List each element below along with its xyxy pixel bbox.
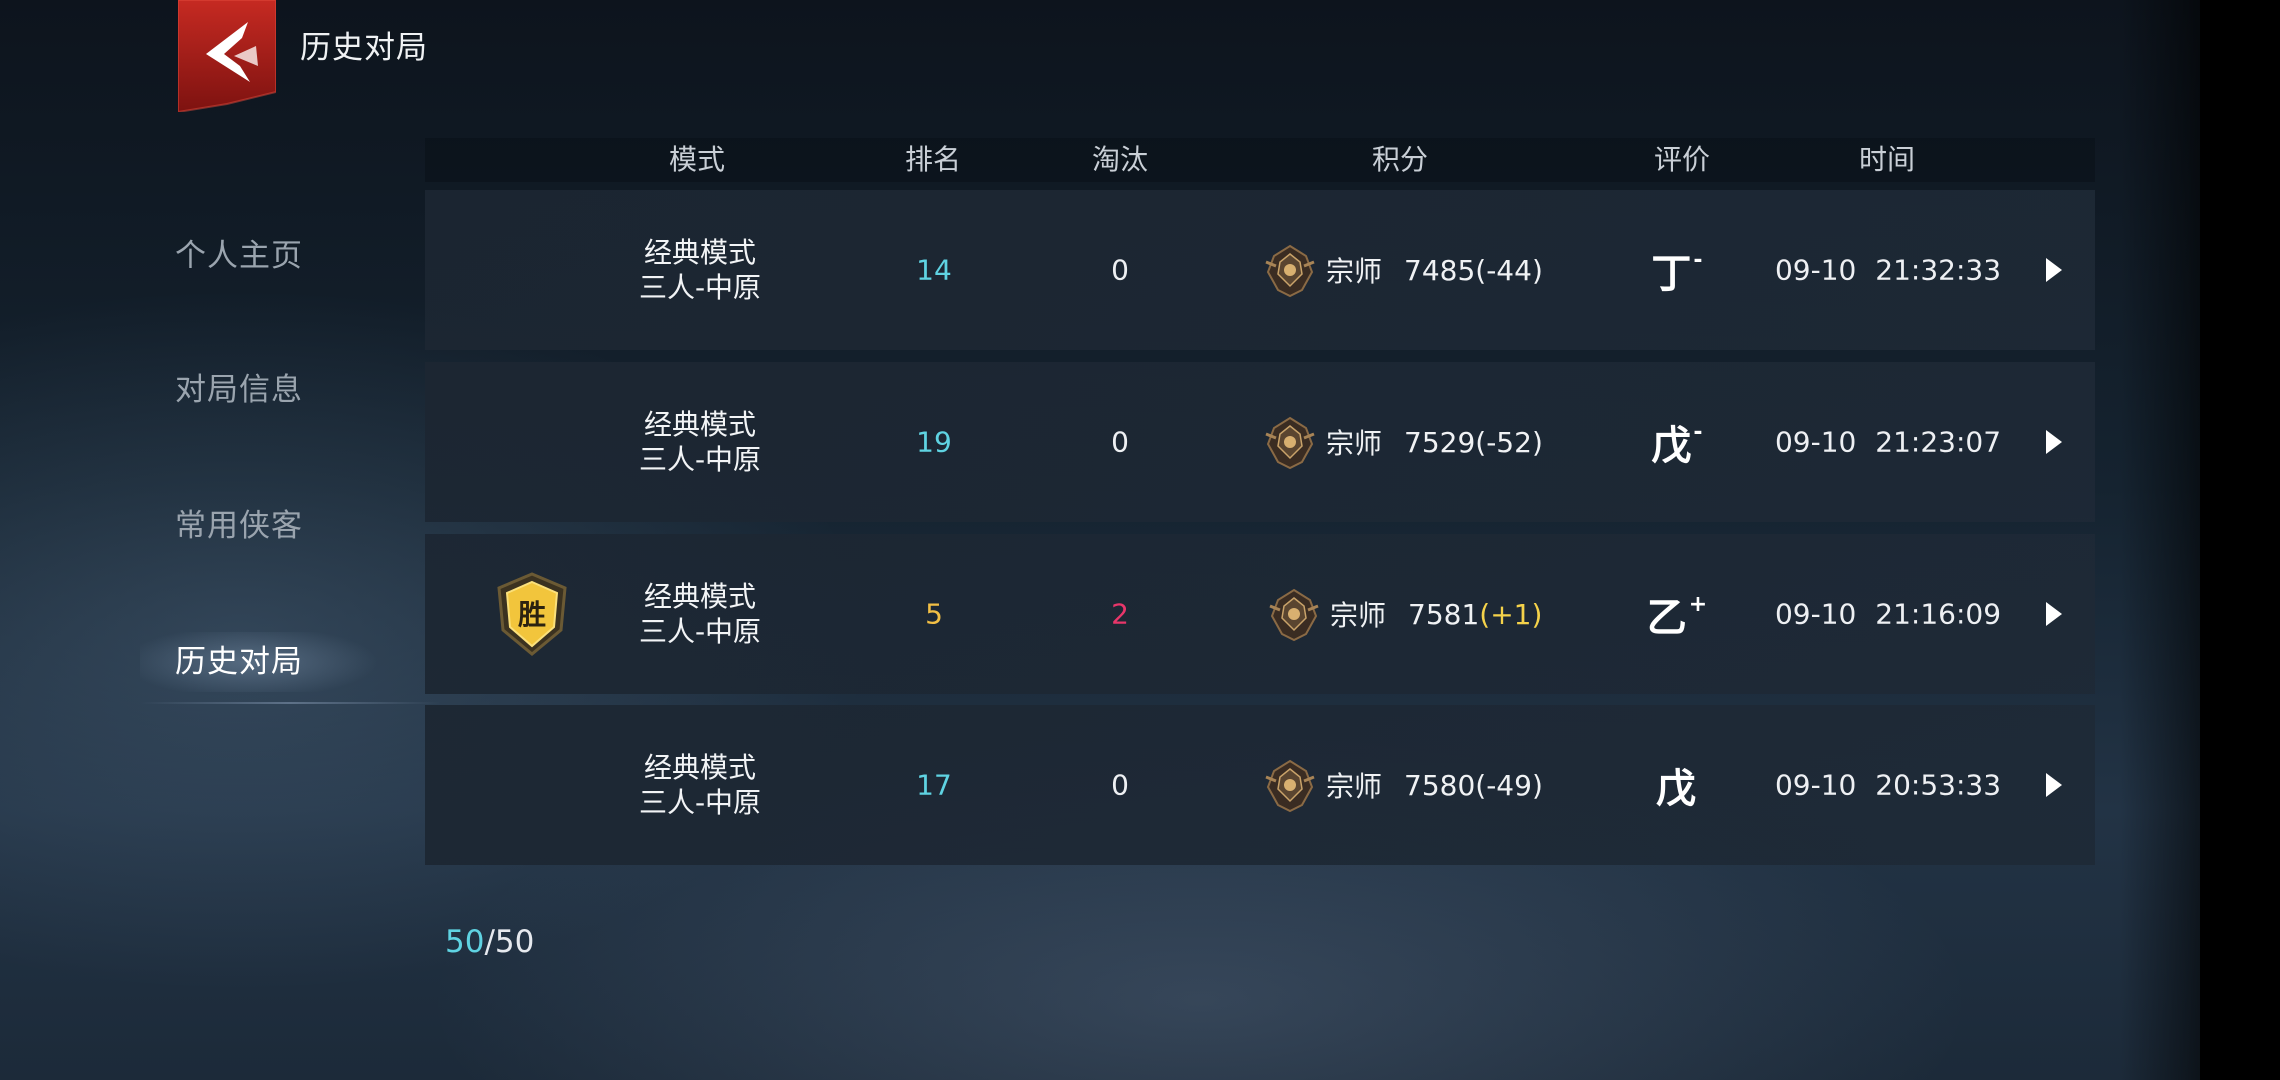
grade-value: 丁- [1651, 241, 1702, 299]
score-cell: 宗师 7581 (+1) [1266, 586, 1542, 642]
grade-char: 乙 [1646, 594, 1687, 641]
score-value: 7580 [1404, 768, 1476, 802]
score-delta: (-44) [1475, 253, 1543, 287]
header-grade: 评价 [1653, 143, 1711, 176]
tier-label: 宗师 [1326, 770, 1383, 803]
grade-char: 丁 [1651, 250, 1692, 297]
grandmaster-rank-icon [1265, 244, 1315, 298]
header-time: 时间 [1858, 143, 1916, 176]
mode-cell: 经典模式 三人-中原 [639, 235, 761, 305]
match-count-current: 50 [445, 924, 485, 960]
match-time: 09-10 20:53:33 [1774, 768, 2002, 802]
header-mode: 模式 [668, 143, 726, 176]
grade-mark: - [1693, 419, 1703, 445]
tier-label: 宗师 [1326, 427, 1383, 460]
score-value: 7529 [1404, 425, 1476, 459]
grandmaster-rank-icon [1265, 416, 1315, 470]
grade-value: 戊 [1656, 756, 1698, 814]
mode-map: 三人-中原 [638, 615, 762, 648]
chevron-right-icon[interactable] [2043, 256, 2065, 284]
mode-name: 经典模式 [643, 580, 757, 613]
edge-shadow [2120, 0, 2200, 1080]
sidebar-item-frequent-heroes[interactable]: 常用侠客 [140, 496, 440, 556]
tier-label: 宗师 [1330, 599, 1387, 632]
back-arrow-icon [178, 0, 276, 112]
score-cell: 宗师 7529 (-52) [1262, 414, 1543, 470]
score-cell: 宗师 7580 (-49) [1262, 757, 1543, 813]
score-cell: 宗师 7485 (-44) [1262, 242, 1543, 298]
chevron-right-icon[interactable] [2043, 600, 2065, 628]
table-row[interactable]: 胜 经典模式 三人-中原 5 2 宗师 7581 (+1) 乙+ 09-10 2… [425, 534, 2095, 694]
win-badge-icon: 胜 [497, 572, 567, 656]
elim-value: 0 [1111, 253, 1129, 287]
sidebar-item-match-history[interactable]: 历史对局 [140, 632, 440, 704]
score-delta: (-49) [1475, 768, 1543, 802]
mode-name: 经典模式 [643, 408, 757, 441]
mode-map: 三人-中原 [638, 443, 762, 476]
table-row[interactable]: 经典模式 三人-中原 14 0 宗师 7485 (-44) 丁- 09-10 2… [425, 190, 2095, 350]
mode-cell: 经典模式 三人-中原 [639, 579, 761, 649]
match-time: 09-10 21:23:07 [1774, 425, 2002, 459]
match-count-total: /50 [484, 924, 535, 960]
score-value: 7581 [1408, 597, 1480, 631]
rank-value: 17 [916, 768, 952, 802]
rank-value: 14 [916, 253, 952, 287]
grade-char: 戊 [1651, 422, 1692, 469]
mode-cell: 经典模式 三人-中原 [639, 407, 761, 477]
grandmaster-rank-icon [1269, 588, 1319, 642]
tier-label: 宗师 [1326, 255, 1383, 288]
score-delta: (+1) [1479, 597, 1543, 631]
chevron-right-icon[interactable] [2043, 428, 2065, 456]
mode-name: 经典模式 [643, 236, 757, 269]
mode-name: 经典模式 [643, 751, 757, 784]
score-delta: (-52) [1475, 425, 1543, 459]
mode-cell: 经典模式 三人-中原 [639, 750, 761, 820]
mode-map: 三人-中原 [638, 786, 762, 819]
sidebar-item-match-info[interactable]: 对局信息 [140, 360, 440, 420]
table-row[interactable]: 经典模式 三人-中原 17 0 宗师 7580 (-49) 戊 09-10 20… [425, 705, 2095, 865]
sidebar-item-profile[interactable]: 个人主页 [140, 226, 440, 286]
grade-char: 戊 [1656, 765, 1696, 812]
screen-edge [2200, 0, 2280, 1080]
elim-value: 2 [1111, 597, 1129, 631]
mode-map: 三人-中原 [638, 271, 762, 304]
match-time: 09-10 21:16:09 [1774, 597, 2002, 631]
grandmaster-rank-icon [1265, 759, 1315, 813]
grade-value: 乙+ [1647, 585, 1707, 643]
elim-value: 0 [1111, 425, 1129, 459]
rank-value: 19 [916, 425, 952, 459]
grade-value: 戊- [1651, 413, 1702, 471]
table-header: 模式 排名 淘汰 积分 评价 时间 [425, 138, 2095, 182]
chevron-right-icon[interactable] [2043, 771, 2065, 799]
grade-mark: - [1693, 247, 1703, 273]
match-count: 50/50 [445, 924, 534, 960]
header-elim: 淘汰 [1091, 143, 1149, 176]
win-label: 胜 [518, 598, 546, 631]
match-time: 09-10 21:32:33 [1774, 253, 2002, 287]
grade-mark: + [1688, 591, 1708, 617]
back-button[interactable] [178, 0, 276, 112]
rank-value: 5 [925, 597, 943, 631]
table-row[interactable]: 经典模式 三人-中原 19 0 宗师 7529 (-52) 戊- 09-10 2… [425, 362, 2095, 522]
header-score: 积分 [1371, 143, 1429, 176]
score-value: 7485 [1404, 253, 1476, 287]
page-title: 历史对局 [300, 30, 428, 66]
header-rank: 排名 [904, 143, 962, 176]
elim-value: 0 [1111, 768, 1129, 802]
